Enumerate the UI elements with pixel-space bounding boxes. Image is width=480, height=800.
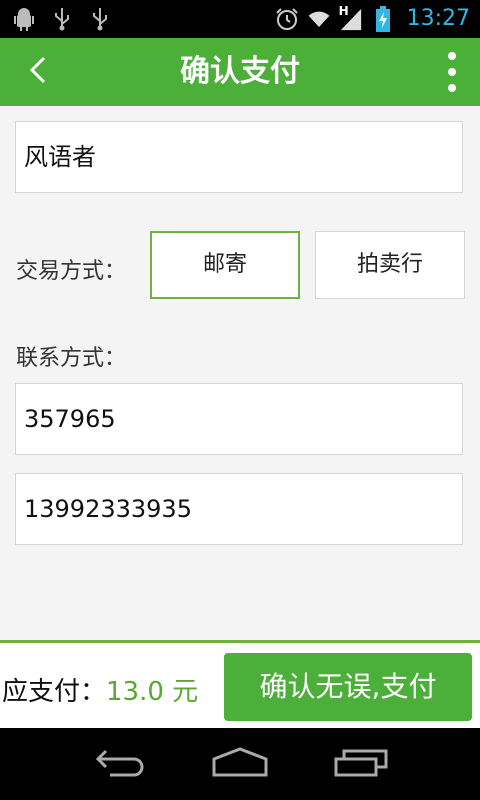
status-time: 13:27 bbox=[406, 6, 470, 31]
signal-icon: H bbox=[338, 4, 363, 32]
name-field[interactable]: 风语者 bbox=[15, 121, 463, 193]
contact-qq-field[interactable]: 357965 bbox=[15, 383, 463, 455]
recent-apps-icon bbox=[334, 747, 390, 781]
trade-option-auction[interactable]: 拍卖行 bbox=[315, 231, 465, 299]
home-icon bbox=[212, 747, 268, 781]
overflow-menu-dot bbox=[448, 84, 456, 92]
chevron-left-icon bbox=[28, 56, 48, 88]
payment-summary: 应支付：13.0 元 bbox=[2, 671, 198, 708]
pay-label: 应支付： bbox=[2, 677, 107, 707]
pay-amount: 13.0 元 bbox=[106, 677, 199, 707]
status-bar-system: H 13:27 bbox=[275, 4, 470, 34]
app-bar: 确认支付 bbox=[0, 38, 480, 106]
confirm-pay-button[interactable]: 确认无误,支付 bbox=[224, 653, 472, 721]
contact-phone-field[interactable]: 13992333935 bbox=[15, 473, 463, 545]
overflow-menu-icon bbox=[448, 52, 456, 60]
nav-home-button[interactable] bbox=[200, 742, 280, 786]
payment-footer: 应支付：13.0 元 确认无误,支付 bbox=[0, 640, 480, 728]
contact-label: 联系方式： bbox=[16, 346, 127, 371]
overflow-menu-dot bbox=[448, 68, 456, 76]
usb-icon bbox=[88, 6, 112, 32]
overflow-menu-button[interactable] bbox=[442, 52, 462, 92]
signal-type-label: H bbox=[338, 4, 349, 18]
battery-charging-icon bbox=[371, 6, 395, 32]
page-title: 确认支付 bbox=[180, 54, 300, 89]
status-bar-notifications bbox=[12, 6, 112, 32]
back-arrow-icon bbox=[94, 747, 146, 781]
navigation-bar bbox=[0, 728, 480, 800]
status-bar: H 13:27 bbox=[0, 0, 480, 38]
android-debug-icon bbox=[12, 6, 36, 32]
trade-method-label: 交易方式： bbox=[16, 259, 127, 284]
nav-recents-button[interactable] bbox=[322, 742, 402, 786]
usb-icon bbox=[50, 6, 74, 32]
trade-option-mail[interactable]: 邮寄 bbox=[150, 231, 300, 299]
nav-back-button[interactable] bbox=[80, 742, 160, 786]
alarm-icon bbox=[275, 6, 299, 32]
back-button[interactable] bbox=[18, 52, 58, 92]
wifi-icon bbox=[307, 6, 331, 32]
